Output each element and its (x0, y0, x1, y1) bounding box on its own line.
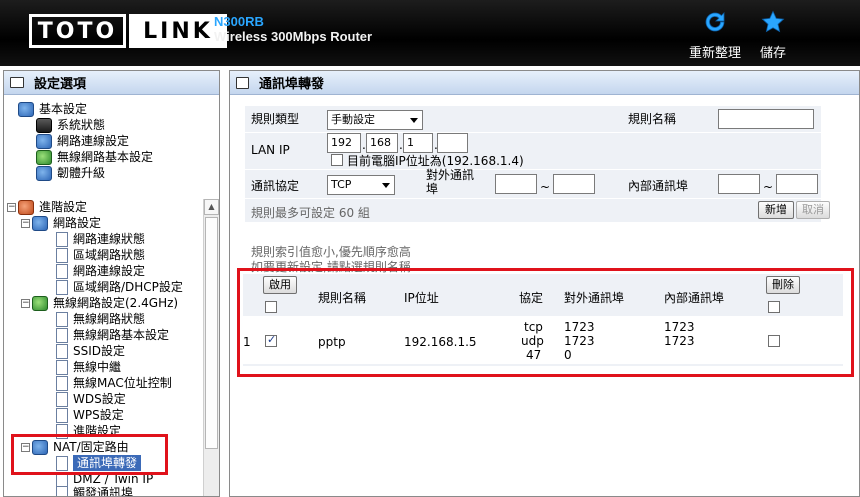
tree-item-network-connect[interactable]: 網路連線設定 (36, 133, 129, 149)
range-tilde: ~ (540, 180, 551, 194)
highlight-box-nat (11, 434, 168, 475)
model-info: N300RB Wireless 300Mbps Router (214, 14, 372, 44)
int-port-label: 內部通訊埠 (628, 179, 689, 193)
document-icon (56, 263, 68, 279)
tree-advanced[interactable]: − 進階設定 (7, 199, 87, 215)
scroll-up-icon[interactable]: ▲ (204, 199, 219, 215)
document-icon (56, 279, 68, 295)
scroll-thumb[interactable] (205, 217, 218, 449)
folder-icon (10, 77, 24, 88)
sidebar-scrollbar[interactable]: ▲ (203, 199, 219, 496)
ext-port-start-input[interactable] (495, 174, 537, 194)
wireless-icon (36, 149, 52, 165)
tree-item[interactable]: 無線網路狀態 (56, 311, 145, 327)
monitor-icon (36, 117, 52, 133)
collapse-icon[interactable]: − (21, 298, 30, 308)
cancel-button[interactable]: 取消 (796, 201, 830, 219)
rule-type-select[interactable]: 手動設定 (327, 110, 423, 130)
network-icon (36, 133, 52, 149)
model-name: N300RB (214, 14, 264, 29)
star-icon (761, 10, 785, 33)
top-header: TOTO LINK N300RB Wireless 300Mbps Router… (0, 0, 860, 66)
current-pc-label: 目前電腦IP位址為(192.168.1.4) (347, 154, 524, 168)
upgrade-icon (36, 165, 52, 181)
ext-port-label: 對外通訊埠 (426, 168, 475, 196)
int-port-end-input[interactable] (776, 174, 818, 194)
rule-name-label: 規則名稱 (628, 112, 677, 126)
sidebar-title: 設定選項 (4, 71, 219, 95)
tree-item-system-status[interactable]: 系統狀態 (36, 117, 105, 133)
collapse-icon[interactable]: − (7, 202, 16, 212)
document-icon (56, 391, 68, 407)
refresh-label: 重新整理 (688, 46, 741, 61)
tree-item-wireless-basic[interactable]: 無線網路基本設定 (36, 149, 153, 165)
range-tilde: ~ (763, 180, 774, 194)
document-icon (56, 327, 68, 343)
lan-ip-octet-2[interactable]: 168 (366, 133, 398, 153)
settings-sidebar: 設定選項 基本設定 系統狀態 網路連線設定 無線網路基本設定 韌體升級 − 進階… (3, 70, 220, 497)
rule-type-label: 規則類型 (251, 112, 300, 126)
tree-item[interactable]: WDS設定 (56, 391, 126, 407)
brand-logo: TOTO LINK (29, 14, 227, 48)
logo-part-left: TOTO (29, 14, 126, 48)
document-icon (56, 375, 68, 391)
tree-item[interactable]: 網路連線設定 (56, 263, 145, 279)
save-label: 儲存 (759, 46, 786, 61)
document-icon (56, 359, 68, 375)
collapse-icon[interactable]: − (21, 218, 30, 228)
chevron-down-icon (382, 183, 390, 188)
rule-name-input[interactable] (718, 109, 814, 129)
tree-item[interactable]: 無線網路基本設定 (56, 327, 169, 343)
tree-item[interactable]: WPS設定 (56, 407, 124, 423)
network-icon (32, 215, 48, 231)
document-icon (56, 343, 68, 359)
document-icon (56, 247, 68, 263)
tree-basic[interactable]: 基本設定 (18, 101, 87, 117)
highlight-box-rules (237, 268, 854, 377)
save-button[interactable]: 儲存 (756, 10, 790, 61)
tree-network-settings[interactable]: − 網路設定 (21, 215, 101, 231)
tree-item[interactable]: 無線中繼 (56, 359, 121, 375)
wireless-icon (32, 295, 48, 311)
tree-item[interactable]: 無線MAC位址控制 (56, 375, 172, 391)
max-rules-text: 規則最多可設定 60 組 (251, 206, 370, 220)
tree-item-firmware[interactable]: 韌體升級 (36, 165, 105, 181)
tree-item[interactable]: 區域網路/DHCP設定 (56, 279, 183, 295)
globe-icon (18, 101, 34, 117)
page-icon (236, 76, 249, 89)
ext-port-end-input[interactable] (553, 174, 595, 194)
protocol-select[interactable]: TCP (327, 175, 395, 195)
document-icon (56, 485, 68, 496)
lan-ip-octet-1[interactable]: 192 (327, 133, 361, 153)
add-button[interactable]: 新增 (758, 201, 794, 219)
current-pc-checkbox[interactable] (331, 154, 343, 166)
content-title: 通訊埠轉發 (230, 71, 859, 95)
advanced-icon (18, 199, 34, 215)
lan-ip-label: LAN IP (251, 143, 290, 157)
tree-wireless-settings[interactable]: − 無線網路設定(2.4GHz) (21, 295, 178, 311)
int-port-start-input[interactable] (718, 174, 760, 194)
refresh-icon (705, 12, 725, 32)
document-icon (56, 311, 68, 327)
chevron-down-icon (410, 118, 418, 123)
tree-item[interactable]: 觸發通訊埠 (56, 485, 133, 496)
document-icon (56, 407, 68, 423)
lan-ip-octet-4[interactable] (437, 133, 468, 153)
protocol-label: 通訊協定 (251, 179, 300, 193)
tree-item[interactable]: 區域網路狀態 (56, 247, 145, 263)
lan-ip-octet-3[interactable]: 1 (403, 133, 433, 153)
model-description: Wireless 300Mbps Router (214, 29, 373, 44)
tree-item[interactable]: 網路連線狀態 (56, 231, 145, 247)
logo-part-right: LINK (129, 14, 227, 48)
document-icon (56, 231, 68, 247)
tree-item[interactable]: SSID設定 (56, 343, 125, 359)
refresh-button[interactable]: 重新整理 (686, 10, 744, 61)
